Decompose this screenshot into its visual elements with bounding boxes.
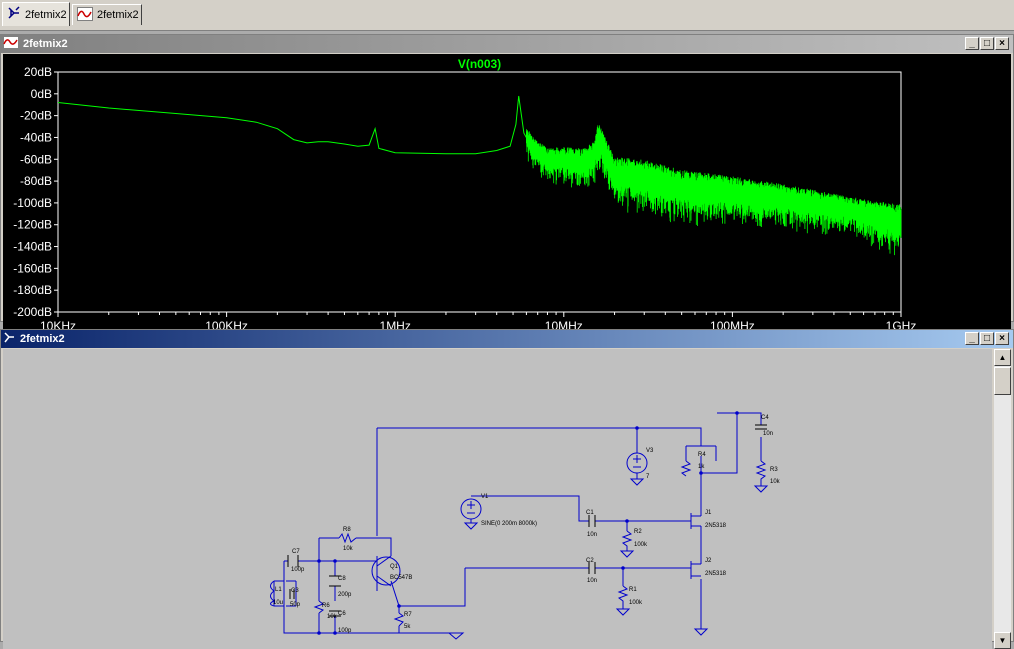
label-c7: C7 — [292, 549, 300, 555]
value-r7: 5k — [404, 624, 411, 630]
y-tick-label: -160dB — [13, 261, 52, 275]
value-c6: 100p — [338, 628, 352, 634]
value-c7: 100p — [291, 567, 305, 573]
y-axis: 20dB 0dB -20dB -40dB -60dB -80dB -100dB -120dB -… — [13, 65, 58, 319]
value-r6: 10k — [327, 614, 338, 620]
schematic-icon — [3, 331, 16, 347]
close-button[interactable]: × — [995, 332, 1009, 345]
label-r1: R1 — [629, 587, 637, 593]
value-r4: 1k — [698, 464, 705, 470]
scroll-down-button[interactable]: ▼ — [994, 632, 1011, 649]
value-l1: 10u — [273, 600, 283, 606]
waveform-icon — [77, 6, 93, 24]
minimize-button[interactable]: _ — [965, 37, 979, 50]
value-c1: 10n — [587, 532, 597, 538]
y-tick-label: -180dB — [13, 283, 52, 297]
label-c2: C2 — [586, 558, 594, 564]
label-c3: C3 — [291, 588, 299, 594]
scroll-up-button[interactable]: ▲ — [994, 349, 1011, 366]
label-r3: R3 — [770, 467, 778, 473]
schematic-window: 2fetmix2 _ □ × C4 10n V3 7 R4 1k R3 10k … — [0, 329, 1014, 649]
value-q1: BC547B — [390, 575, 412, 581]
value-v3: 7 — [646, 474, 650, 480]
y-tick-label: -140dB — [13, 240, 52, 254]
y-tick-label: 20dB — [24, 65, 52, 79]
trace-noise — [526, 125, 902, 256]
value-j2: 2N5318 — [705, 571, 727, 577]
scroll-thumb[interactable] — [994, 367, 1011, 395]
plot-window-title: 2fetmix2 — [23, 38, 68, 50]
label-r8: R8 — [343, 527, 351, 533]
label-q1: Q1 — [390, 564, 399, 570]
y-tick-label: -200dB — [13, 305, 52, 319]
label-c8: C8 — [338, 576, 346, 582]
label-l1: L1 — [275, 587, 282, 593]
y-tick-label: 0dB — [31, 87, 52, 101]
value-r8: 10k — [343, 546, 354, 552]
label-r7: R7 — [404, 612, 412, 618]
schematic-window-titlebar[interactable]: 2fetmix2 — [1, 330, 1013, 348]
fft-chart: 20dB 0dB -20dB -40dB -60dB -80dB -100dB -120dB -… — [13, 57, 916, 333]
schematic-window-controls: _ □ × — [965, 332, 1009, 345]
minimize-button[interactable]: _ — [965, 332, 979, 345]
value-c4: 10n — [763, 431, 773, 437]
label-c1: C1 — [586, 510, 594, 516]
maximize-button[interactable]: □ — [980, 332, 994, 345]
y-tick-label: -20dB — [20, 109, 52, 123]
value-r1: 100k — [629, 600, 643, 606]
label-c4: C4 — [761, 415, 769, 421]
label-v1: V1 — [481, 494, 489, 500]
trace-noise-band — [526, 125, 902, 256]
y-tick-label: -120dB — [13, 218, 52, 232]
y-tick-label: -60dB — [20, 152, 52, 166]
tab-schematic-label: 2fetmix2 — [25, 8, 67, 21]
plot-window-titlebar[interactable]: 2fetmix2 — [1, 35, 1013, 53]
schematic-vertical-scrollbar[interactable]: ▲ ▼ — [994, 349, 1011, 649]
value-c2: 10n — [587, 578, 597, 584]
plot-window: 2fetmix2 _ □ × 20dB 0dB -20dB -40dB -60dB -80… — [0, 34, 1014, 334]
label-j1: J1 — [705, 510, 712, 516]
label-j2: J2 — [705, 558, 712, 564]
y-tick-label: -80dB — [20, 174, 52, 188]
tab-waveform-label: 2fetmix2 — [97, 9, 139, 21]
close-button[interactable]: × — [995, 37, 1009, 50]
tab-schematic[interactable]: 2fetmix2 — [2, 2, 70, 26]
circuit-schematic: C4 10n V3 7 R4 1k R3 10k V1 SINE(0 200m … — [270, 411, 781, 640]
schematic-icon — [7, 6, 21, 23]
document-tab-bar: 2fetmix2 2fetmix2 — [0, 0, 1014, 31]
tab-waveform[interactable]: 2fetmix2 — [72, 4, 142, 25]
label-r4: R4 — [698, 452, 706, 458]
label-r6: R6 — [322, 603, 330, 609]
value-j1: 2N5318 — [705, 523, 727, 529]
value-c3: 50p — [290, 602, 301, 608]
value-r3: 10k — [770, 479, 781, 485]
schematic-canvas[interactable]: C4 10n V3 7 R4 1k R3 10k V1 SINE(0 200m … — [3, 349, 992, 649]
label-v3: V3 — [646, 448, 654, 454]
schematic-window-title: 2fetmix2 — [20, 333, 65, 345]
y-tick-label: -100dB — [13, 196, 52, 210]
value-r2: 100k — [634, 542, 648, 548]
value-v1: SINE(0 200m 8000k) — [481, 521, 537, 527]
label-r2: R2 — [634, 529, 642, 535]
plot-window-controls: _ □ × — [965, 37, 1009, 50]
component-labels: C4 10n V3 7 R4 1k R3 10k V1 SINE(0 200m … — [273, 415, 781, 634]
y-tick-label: -40dB — [20, 130, 52, 144]
waveform-icon — [3, 36, 19, 52]
value-c8: 200p — [338, 592, 352, 598]
label-c6: C6 — [338, 611, 346, 617]
maximize-button[interactable]: □ — [980, 37, 994, 50]
trace-label[interactable]: V(n003) — [458, 57, 501, 71]
waveform-plot[interactable]: 20dB 0dB -20dB -40dB -60dB -80dB -100dB -120dB -… — [3, 54, 1011, 334]
